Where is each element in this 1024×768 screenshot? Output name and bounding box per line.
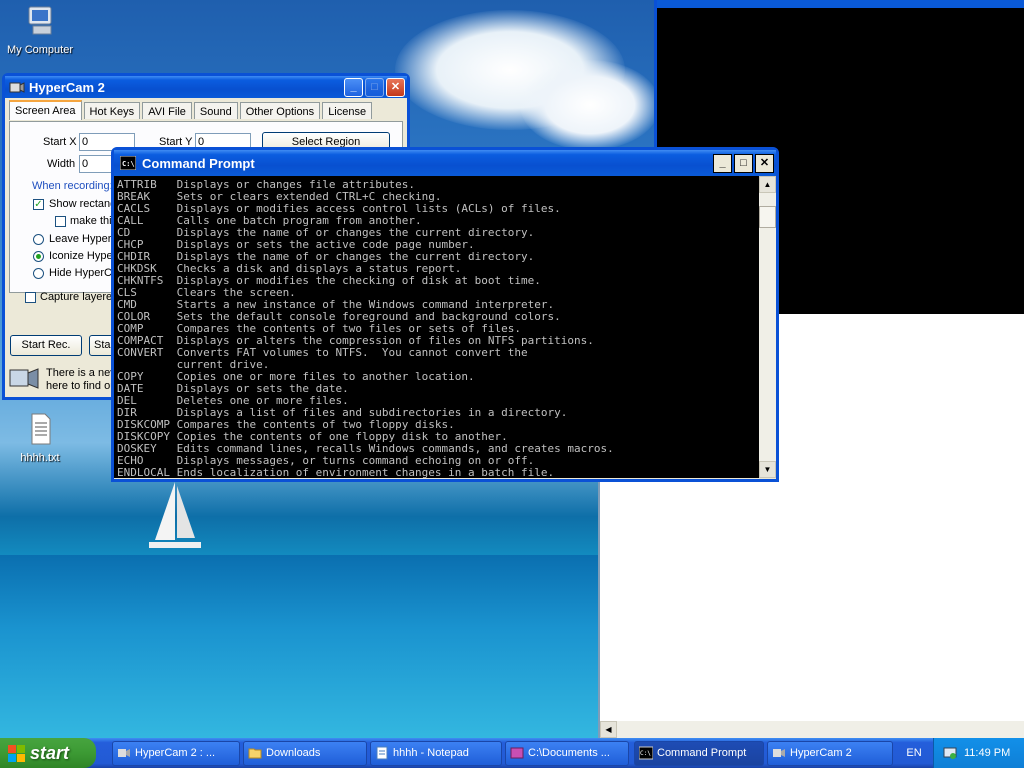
close-icon[interactable]: ✕ bbox=[755, 153, 774, 173]
taskbar-item-downloads[interactable]: Downloads bbox=[243, 741, 367, 766]
scroll-up-icon[interactable]: ▲ bbox=[759, 176, 776, 193]
tab-avi-file[interactable]: AVI File bbox=[142, 102, 192, 119]
leave-radio[interactable] bbox=[33, 234, 44, 245]
hide-radio[interactable] bbox=[33, 268, 44, 279]
cmd-icon: C:\ bbox=[120, 156, 136, 170]
tab-sound[interactable]: Sound bbox=[193, 102, 238, 119]
tab-other-options[interactable]: Other Options bbox=[239, 102, 321, 119]
clock[interactable]: 11:49 PM bbox=[964, 747, 1010, 759]
taskbar-item-command-prompt[interactable]: C:\ Command Prompt bbox=[634, 741, 764, 766]
show-rect-checkbox[interactable]: ✓ bbox=[33, 199, 44, 210]
show-rect-label: Show rectang bbox=[49, 198, 117, 210]
command-prompt-titlebar[interactable]: C:\ Command Prompt _ □ ✕ bbox=[114, 150, 776, 176]
scroll-left-icon[interactable]: ◀ bbox=[600, 721, 617, 738]
taskbar-item-hypercam-2[interactable]: HyperCam 2 bbox=[767, 741, 893, 766]
text-file-icon bbox=[31, 413, 51, 445]
cloud bbox=[520, 60, 660, 150]
folder-icon bbox=[248, 748, 262, 759]
update-notice-icon bbox=[9, 368, 39, 389]
svg-text:C:\: C:\ bbox=[122, 160, 135, 168]
window-title: HyperCam 2 bbox=[29, 79, 105, 95]
capture-layered-label: Capture layered bbox=[40, 291, 119, 303]
vertical-scrollbar[interactable]: ▲ ▼ bbox=[759, 176, 776, 478]
hypercam-titlebar[interactable]: HyperCam 2 _ □ ✕ bbox=[5, 76, 407, 98]
horizontal-scrollbar[interactable]: ◀ bbox=[600, 721, 1024, 738]
taskbar-item-documents[interactable]: C:\Documents ... bbox=[505, 741, 629, 766]
system-tray: 11:49 PM bbox=[933, 738, 1024, 768]
hypercam-icon bbox=[9, 82, 25, 93]
cmd-icon: C:\ bbox=[639, 746, 653, 760]
maximize-icon: □ bbox=[365, 77, 384, 97]
update-notice-line1[interactable]: There is a nev bbox=[46, 367, 116, 379]
update-notice-line2[interactable]: here to find ou bbox=[46, 380, 116, 392]
language-indicator[interactable]: EN bbox=[896, 738, 932, 768]
close-icon[interactable]: ✕ bbox=[386, 77, 405, 97]
taskbar-item-label: hhhh - Notepad bbox=[393, 747, 469, 759]
tab-bar: Screen Area Hot Keys AVI File Sound Othe… bbox=[9, 100, 374, 120]
tab-hot-keys[interactable]: Hot Keys bbox=[83, 102, 141, 119]
hypercam-icon bbox=[773, 749, 785, 757]
hhhh-txt-icon[interactable]: hhhh.txt bbox=[0, 412, 80, 464]
taskbar-item-label: Downloads bbox=[266, 747, 321, 759]
maximize-icon[interactable]: □ bbox=[734, 153, 753, 173]
make-this-checkbox[interactable] bbox=[55, 216, 66, 227]
desktop-icon-label: My Computer bbox=[6, 44, 74, 56]
network-icon[interactable] bbox=[943, 746, 957, 760]
command-prompt-window: C:\ Command Prompt _ □ ✕ ATTRIB Displays… bbox=[111, 147, 779, 482]
scroll-down-icon[interactable]: ▼ bbox=[759, 461, 776, 478]
taskbar-item-label: C:\Documents ... bbox=[528, 747, 610, 759]
iconize-label: Iconize Hyper bbox=[49, 250, 117, 262]
my-computer-icon[interactable]: My Computer bbox=[0, 4, 80, 56]
minimize-icon[interactable]: _ bbox=[344, 77, 363, 97]
taskbar-item-label: HyperCam 2 : ... bbox=[135, 747, 216, 759]
start-button[interactable]: start bbox=[0, 738, 96, 768]
when-recording-label: When recording: bbox=[32, 180, 113, 192]
computer-icon bbox=[28, 6, 52, 35]
taskbar: start HyperCam 2 : ... Downloads hhhh - … bbox=[0, 738, 1024, 768]
hide-label: Hide HyperCa bbox=[49, 267, 119, 279]
start-label: start bbox=[30, 743, 70, 763]
sailboat bbox=[149, 482, 201, 548]
taskbar-item-label: Command Prompt bbox=[657, 747, 747, 759]
taskbar-item-notepad[interactable]: hhhh - Notepad bbox=[370, 741, 502, 766]
hypercam-icon bbox=[118, 749, 130, 757]
start-rec-button[interactable]: Start Rec. bbox=[10, 335, 82, 356]
media-icon bbox=[510, 747, 524, 759]
minimize-icon[interactable]: _ bbox=[713, 153, 732, 173]
tab-license[interactable]: License bbox=[322, 102, 373, 119]
capture-layered-checkbox[interactable] bbox=[25, 292, 36, 303]
width-label: Width bbox=[47, 158, 76, 170]
taskbar-item-label: HyperCam 2 bbox=[790, 747, 852, 759]
console-output[interactable]: ATTRIB Displays or changes file attribut… bbox=[114, 176, 759, 478]
notepad-icon bbox=[376, 746, 388, 760]
sea bbox=[0, 555, 600, 738]
console-line: ENDLOCAL Ends localization of environmen… bbox=[117, 466, 555, 479]
windows-logo-icon bbox=[8, 745, 25, 762]
leave-label: Leave HyperC bbox=[49, 233, 120, 245]
svg-text:C:\: C:\ bbox=[640, 750, 651, 757]
taskbar-item-hypercam-1[interactable]: HyperCam 2 : ... bbox=[112, 741, 240, 766]
window-title: Command Prompt bbox=[142, 155, 255, 171]
start-x-label: Start X bbox=[43, 136, 77, 148]
tab-screen-area[interactable]: Screen Area bbox=[9, 100, 82, 120]
background-window-titlebar[interactable] bbox=[657, 0, 1024, 8]
iconize-radio[interactable] bbox=[33, 251, 44, 262]
desktop-icon-label: hhhh.txt bbox=[20, 452, 60, 464]
scroll-thumb[interactable] bbox=[759, 206, 776, 228]
